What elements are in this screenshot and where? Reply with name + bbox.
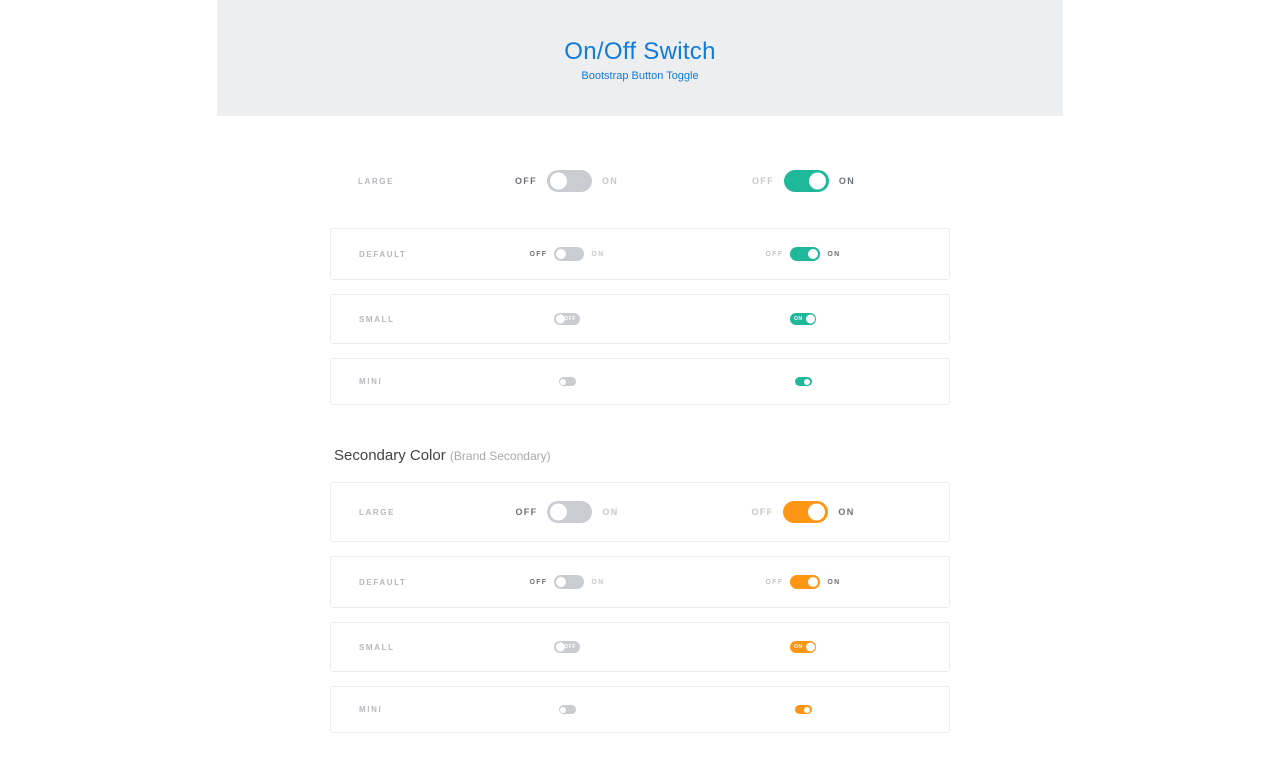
on-label: ON <box>838 507 854 517</box>
toggle-large-off[interactable] <box>547 170 592 192</box>
toggle-mini-off[interactable] <box>559 705 576 714</box>
toggle-default-on[interactable] <box>790 247 820 261</box>
row-default-primary: DEFAULT OFF ON OFF ON <box>330 228 950 280</box>
toggle-large-on[interactable] <box>783 501 828 523</box>
row-small-primary: SMALL OFF ON <box>330 294 950 344</box>
size-label-small: SMALL <box>359 643 449 652</box>
size-label-default: DEFAULT <box>359 250 449 259</box>
toggle-default-off[interactable] <box>554 575 584 589</box>
size-label-mini: MINI <box>359 377 449 386</box>
toggle-small-off[interactable]: OFF <box>554 641 580 653</box>
size-label-default: DEFAULT <box>359 578 449 587</box>
toggle-large-off[interactable] <box>547 501 592 523</box>
row-small-secondary: SMALL OFF ON <box>330 622 950 672</box>
on-label: ON <box>602 507 618 517</box>
toggle-default-off[interactable] <box>554 247 584 261</box>
size-label-mini: MINI <box>359 705 449 714</box>
row-large-primary: LARGE OFF ON OFF ON <box>330 164 950 198</box>
page-title: On/Off Switch <box>217 38 1063 66</box>
toggle-mini-off[interactable] <box>559 377 576 386</box>
on-label: ON <box>591 579 604 586</box>
toggle-mini-on[interactable] <box>795 705 812 714</box>
off-label: OFF <box>515 507 537 517</box>
toggle-small-off[interactable]: OFF <box>554 313 580 325</box>
on-label: ON <box>591 251 604 258</box>
off-label: OFF <box>515 176 537 186</box>
off-label: OFF <box>765 579 783 586</box>
toggle-small-on[interactable]: ON <box>790 641 816 653</box>
row-large-secondary: LARGE OFF ON OFF ON <box>330 482 950 542</box>
size-label-small: SMALL <box>359 315 449 324</box>
row-default-secondary: DEFAULT OFF ON OFF ON <box>330 556 950 608</box>
off-label: OFF <box>751 507 773 517</box>
size-label-large: LARGE <box>359 508 449 517</box>
off-label: OFF <box>765 251 783 258</box>
on-label: ON <box>839 176 855 186</box>
toggle-small-on[interactable]: ON <box>790 313 816 325</box>
on-label: ON <box>602 176 618 186</box>
section-title-secondary: Secondary Color (Brand Secondary) <box>334 447 950 464</box>
row-mini-secondary: MINI <box>330 686 950 733</box>
page-subtitle: Bootstrap Button Toggle <box>217 70 1063 82</box>
on-label: ON <box>827 251 840 258</box>
row-mini-primary: MINI <box>330 358 950 405</box>
size-label-large: LARGE <box>358 177 448 186</box>
toggle-default-on[interactable] <box>790 575 820 589</box>
on-label: ON <box>827 579 840 586</box>
toggle-large-on[interactable] <box>784 170 829 192</box>
off-label: OFF <box>529 251 547 258</box>
hero-banner: On/Off Switch Bootstrap Button Toggle <box>217 0 1063 116</box>
off-label: OFF <box>752 176 774 186</box>
toggle-mini-on[interactable] <box>795 377 812 386</box>
off-label: OFF <box>529 579 547 586</box>
